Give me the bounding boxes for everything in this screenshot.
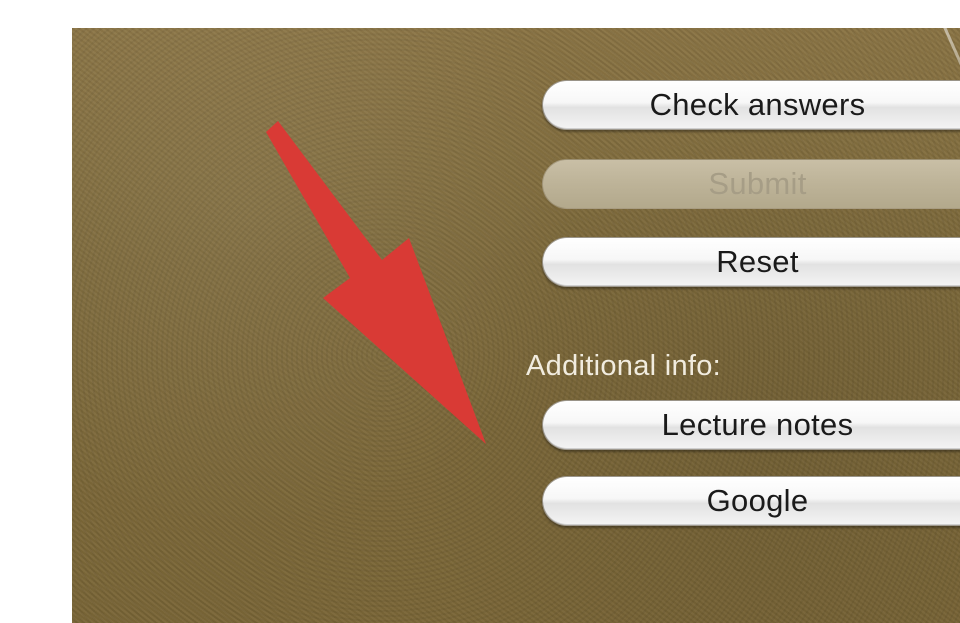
red-arrow-shape [266,121,486,444]
google-button[interactable]: Google [542,476,960,526]
additional-info-label: Additional info: [526,350,722,382]
check-answers-button[interactable]: Check answers [542,80,960,130]
screenshot-stage: Check answers Submit Reset Additional in… [0,0,960,623]
reset-button[interactable]: Reset [542,237,960,287]
submit-button[interactable]: Submit [542,159,960,209]
left-margin [0,0,72,623]
lecture-notes-button[interactable]: Lecture notes [542,400,960,450]
textured-panel: Check answers Submit Reset Additional in… [72,28,960,623]
